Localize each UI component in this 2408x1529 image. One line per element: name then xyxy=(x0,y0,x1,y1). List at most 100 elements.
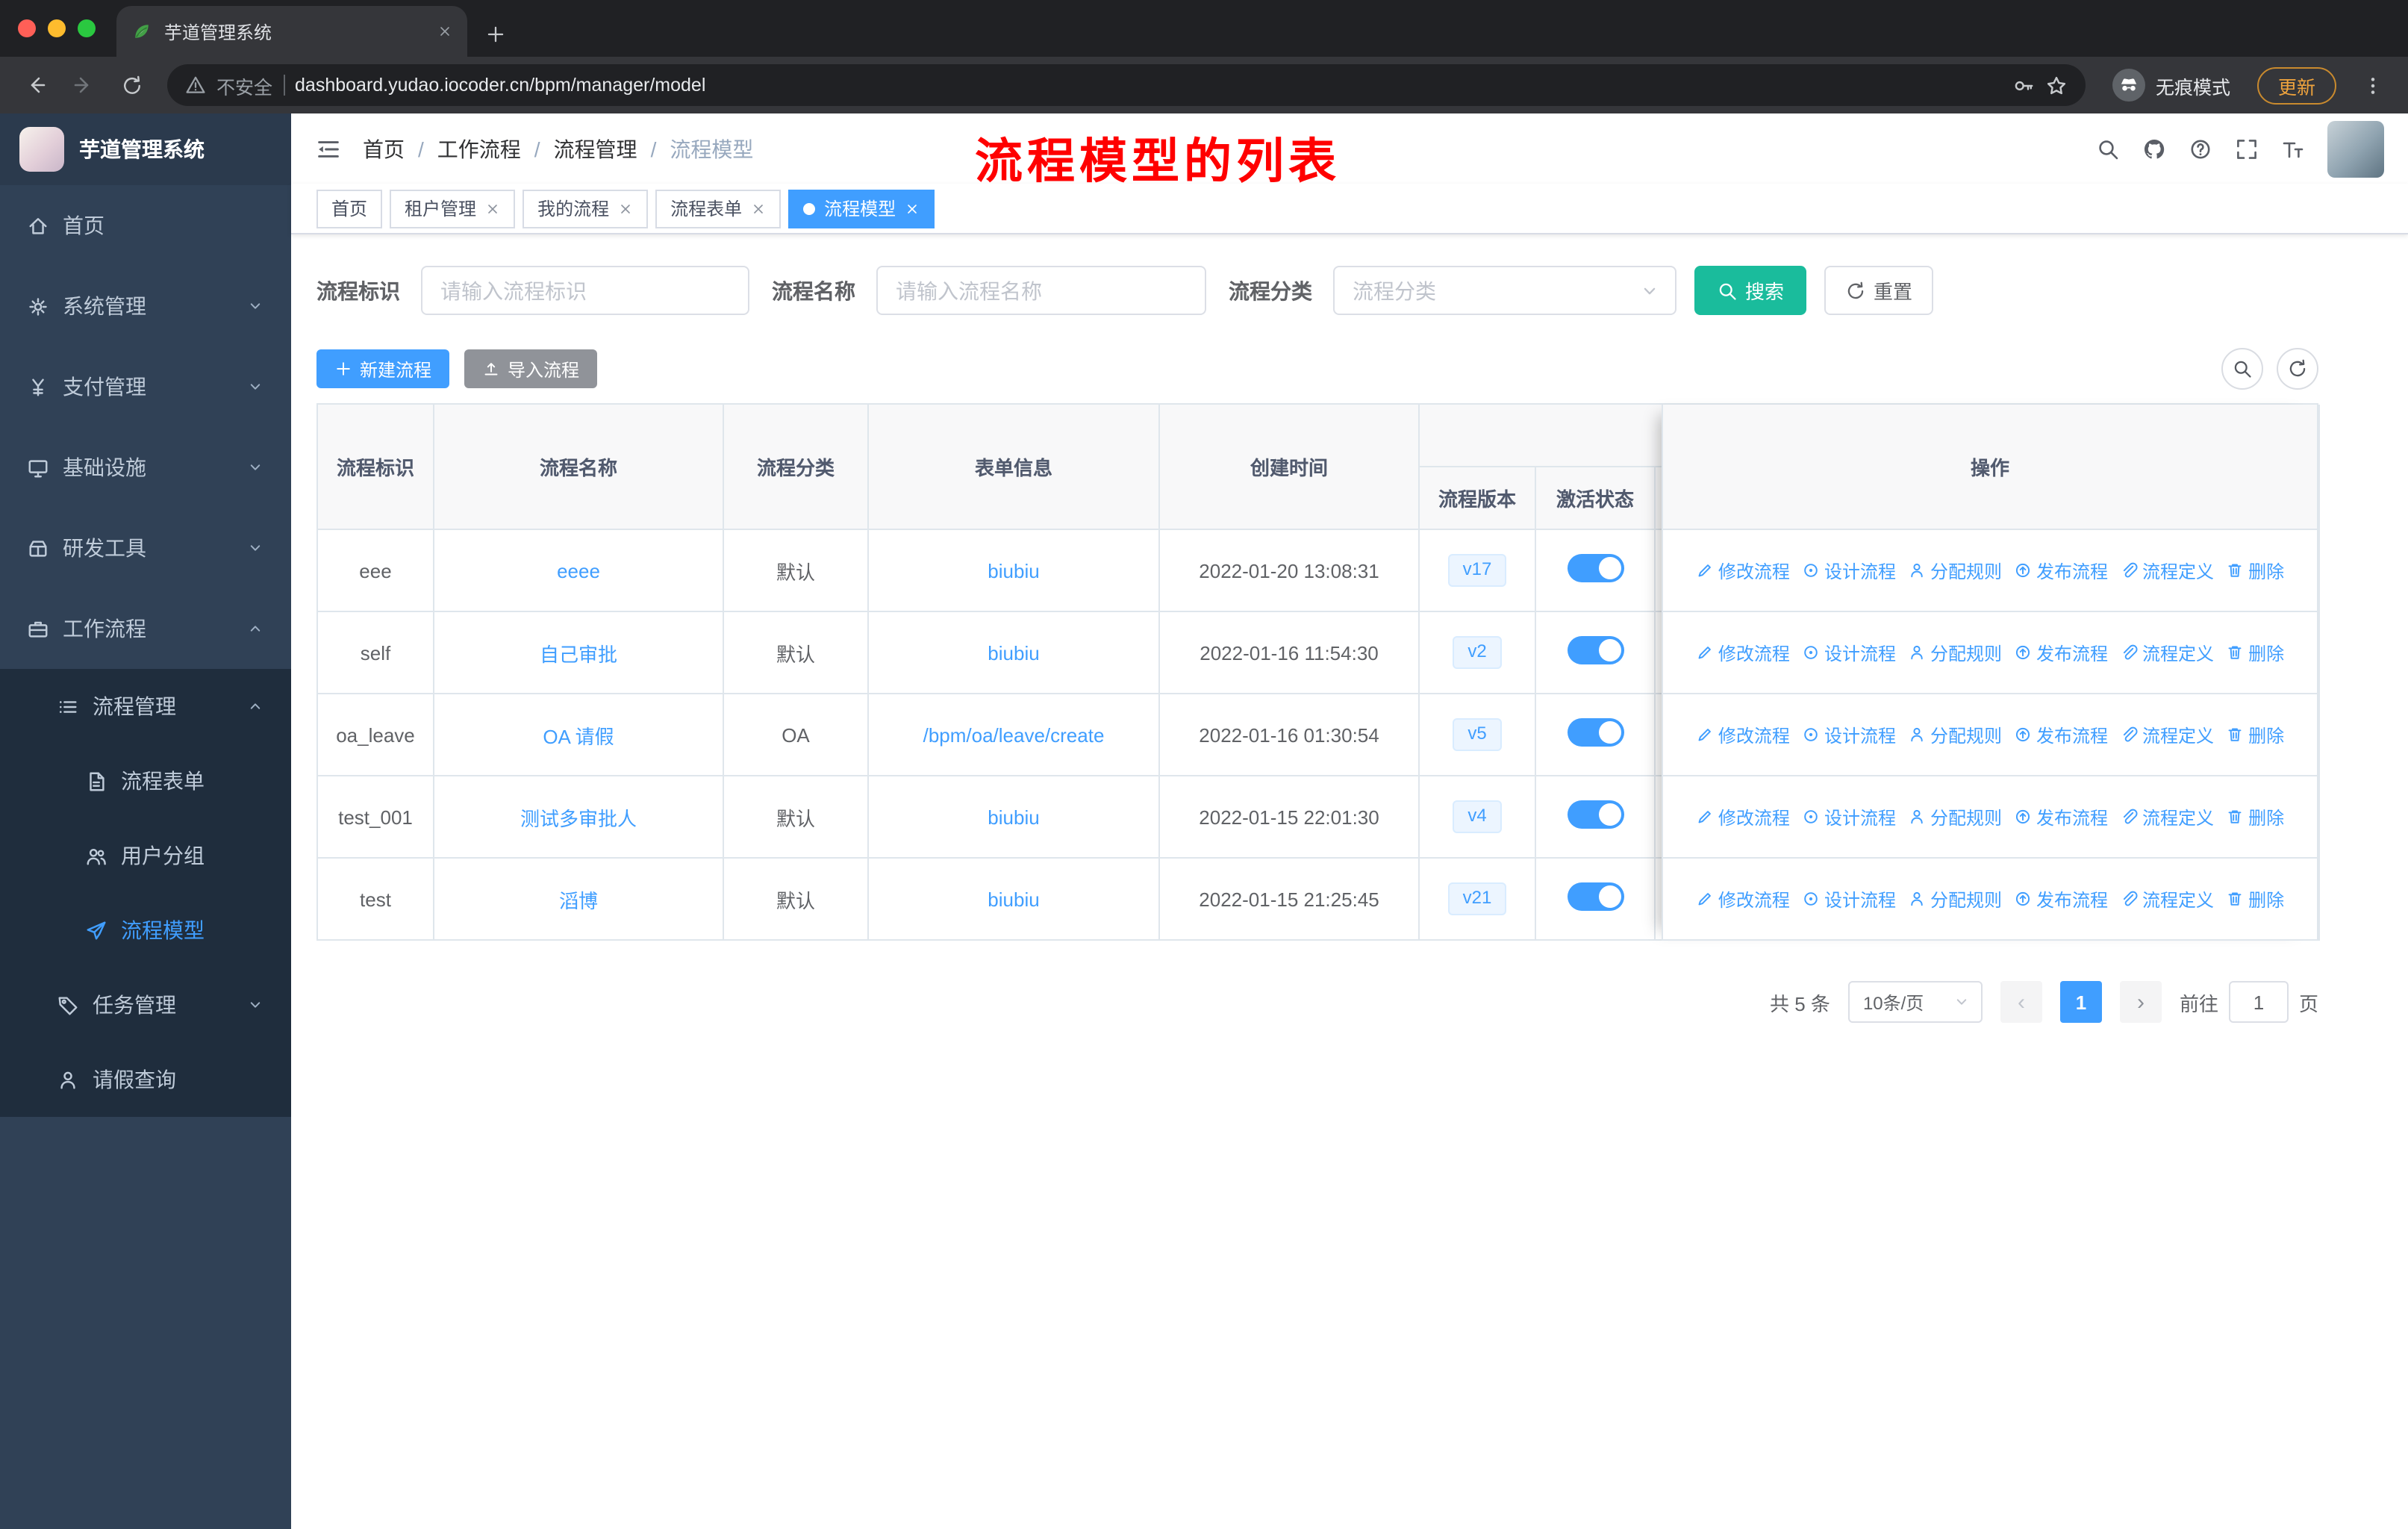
op-edit-link[interactable]: 修改流程 xyxy=(1696,640,1790,665)
browser-menu-button[interactable] xyxy=(2351,64,2393,106)
forward-button[interactable] xyxy=(63,64,105,106)
process-name-link[interactable]: 自己审批 xyxy=(540,643,617,665)
category-select[interactable]: 流程分类 xyxy=(1333,266,1676,315)
process-name-link[interactable]: 测试多审批人 xyxy=(520,807,637,829)
process-name-link[interactable]: 滔博 xyxy=(559,889,598,912)
op-assign-link[interactable]: 分配规则 xyxy=(1908,886,2002,912)
op-assign-link[interactable]: 分配规则 xyxy=(1908,640,2002,665)
window-minimize-button[interactable] xyxy=(48,19,66,37)
import-process-button[interactable]: 导入流程 xyxy=(464,349,598,388)
op-design-link[interactable]: 设计流程 xyxy=(1802,886,1896,912)
create-process-button[interactable]: 新建流程 xyxy=(316,349,450,388)
op-edit-link[interactable]: 修改流程 xyxy=(1696,722,1790,747)
op-design-link[interactable]: 设计流程 xyxy=(1802,722,1896,747)
github-icon[interactable] xyxy=(2142,137,2166,161)
sidebar-item-process-form[interactable]: 流程表单 xyxy=(0,744,291,818)
tag-home[interactable]: 首页 xyxy=(316,189,383,228)
search-button[interactable]: 搜索 xyxy=(1694,266,1807,315)
next-page-button[interactable]: › xyxy=(2119,981,2162,1023)
op-assign-link[interactable]: 分配规则 xyxy=(1908,558,2002,583)
op-edit-link[interactable]: 修改流程 xyxy=(1696,804,1790,829)
op-definition-link[interactable]: 流程定义 xyxy=(2120,640,2214,665)
toggle-search-button[interactable] xyxy=(2221,348,2263,390)
form-info-link[interactable]: biubiu xyxy=(988,888,1039,910)
reset-button[interactable]: 重置 xyxy=(1824,266,1934,315)
active-toggle[interactable] xyxy=(1567,636,1623,664)
op-delete-link[interactable]: 删除 xyxy=(2226,722,2284,747)
process-name-link[interactable]: OA 请假 xyxy=(543,725,614,747)
op-assign-link[interactable]: 分配规则 xyxy=(1908,804,2002,829)
reload-button[interactable] xyxy=(110,64,152,106)
sidebar-item-infrastructure[interactable]: 基础设施 xyxy=(0,427,291,508)
process-name-input[interactable] xyxy=(876,266,1206,315)
op-publish-link[interactable]: 发布流程 xyxy=(2014,558,2108,583)
breadcrumb-item[interactable]: 首页 xyxy=(363,134,405,164)
security-label[interactable]: 不安全 xyxy=(216,71,272,99)
sidebar-item-task-management[interactable]: 任务管理 xyxy=(0,968,291,1042)
op-delete-link[interactable]: 删除 xyxy=(2226,558,2284,583)
close-icon[interactable] xyxy=(618,201,633,216)
refresh-table-button[interactable] xyxy=(2277,348,2318,390)
process-id-input[interactable] xyxy=(421,266,749,315)
op-assign-link[interactable]: 分配规则 xyxy=(1908,722,2002,747)
bookmark-star-icon[interactable] xyxy=(2045,74,2068,96)
op-publish-link[interactable]: 发布流程 xyxy=(2014,886,2108,912)
active-toggle[interactable] xyxy=(1567,882,1623,911)
help-question-icon[interactable] xyxy=(2189,137,2212,161)
close-icon[interactable] xyxy=(485,201,500,216)
window-zoom-button[interactable] xyxy=(78,19,96,37)
active-toggle[interactable] xyxy=(1567,800,1623,829)
op-publish-link[interactable]: 发布流程 xyxy=(2014,722,2108,747)
page-size-select[interactable]: 10条/页 xyxy=(1847,981,1983,1023)
address-bar[interactable]: 不安全 dashboard.yudao.iocoder.cn/bpm/manag… xyxy=(167,64,2086,106)
active-toggle[interactable] xyxy=(1567,718,1623,747)
op-edit-link[interactable]: 修改流程 xyxy=(1696,558,1790,583)
form-info-link[interactable]: /bpm/oa/leave/create xyxy=(923,723,1105,746)
tab-close-icon[interactable] xyxy=(437,24,452,39)
sidebar-item-leave-query[interactable]: 请假查询 xyxy=(0,1042,291,1117)
close-icon[interactable] xyxy=(751,201,766,216)
op-definition-link[interactable]: 流程定义 xyxy=(2120,722,2214,747)
tag-tenant[interactable]: 租户管理 xyxy=(390,189,516,228)
op-design-link[interactable]: 设计流程 xyxy=(1802,558,1896,583)
font-size-icon[interactable] xyxy=(2281,137,2305,161)
breadcrumb-item[interactable]: 流程管理 xyxy=(554,134,637,164)
form-info-link[interactable]: biubiu xyxy=(988,641,1039,664)
op-design-link[interactable]: 设计流程 xyxy=(1802,640,1896,665)
browser-tab[interactable]: 芋道管理系统 xyxy=(116,6,467,57)
sidebar-item-system[interactable]: 系统管理 xyxy=(0,266,291,346)
tag-process-model[interactable]: 流程模型 xyxy=(788,189,935,228)
sidebar-item-home[interactable]: 首页 xyxy=(0,185,291,266)
sidebar-toggle-button[interactable] xyxy=(315,135,342,162)
fullscreen-icon[interactable] xyxy=(2235,137,2259,161)
goto-page-input[interactable] xyxy=(2228,981,2289,1023)
sidebar-item-devtools[interactable]: 研发工具 xyxy=(0,508,291,588)
prev-page-button[interactable]: ‹ xyxy=(2000,981,2042,1023)
new-tab-button[interactable] xyxy=(485,24,506,45)
page-number-current[interactable]: 1 xyxy=(2059,981,2102,1023)
op-design-link[interactable]: 设计流程 xyxy=(1802,804,1896,829)
op-delete-link[interactable]: 删除 xyxy=(2226,804,2284,829)
active-toggle[interactable] xyxy=(1567,554,1623,582)
op-publish-link[interactable]: 发布流程 xyxy=(2014,640,2108,665)
update-button[interactable]: 更新 xyxy=(2256,66,2336,104)
sidebar-item-process-model[interactable]: 流程模型 xyxy=(0,893,291,968)
close-icon[interactable] xyxy=(905,201,920,216)
op-definition-link[interactable]: 流程定义 xyxy=(2120,558,2214,583)
back-button[interactable] xyxy=(15,64,57,106)
window-close-button[interactable] xyxy=(18,19,36,37)
sidebar-item-process-management[interactable]: 流程管理 xyxy=(0,669,291,744)
sidebar-item-payment[interactable]: 支付管理 xyxy=(0,346,291,427)
op-definition-link[interactable]: 流程定义 xyxy=(2120,804,2214,829)
url-text[interactable]: dashboard.yudao.iocoder.cn/bpm/manager/m… xyxy=(295,75,705,96)
tag-my-process[interactable]: 我的流程 xyxy=(523,189,649,228)
header-search-button[interactable] xyxy=(2096,137,2120,161)
password-key-icon[interactable] xyxy=(2012,74,2035,96)
op-edit-link[interactable]: 修改流程 xyxy=(1696,886,1790,912)
user-avatar[interactable] xyxy=(2327,120,2384,177)
tag-process-form[interactable]: 流程表单 xyxy=(655,189,782,228)
op-publish-link[interactable]: 发布流程 xyxy=(2014,804,2108,829)
form-info-link[interactable]: biubiu xyxy=(988,806,1039,828)
op-delete-link[interactable]: 删除 xyxy=(2226,640,2284,665)
op-definition-link[interactable]: 流程定义 xyxy=(2120,886,2214,912)
